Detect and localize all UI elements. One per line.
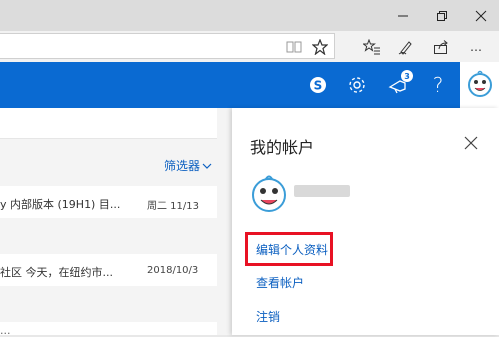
share-button[interactable] <box>427 31 455 62</box>
svg-text:S: S <box>314 79 323 93</box>
minimize-button[interactable] <box>385 0 421 31</box>
edit-profile-link[interactable]: 编辑个人资料 <box>256 241 328 258</box>
close-icon <box>464 136 478 150</box>
reading-view-button[interactable] <box>280 31 308 62</box>
filter-button[interactable]: 筛选器 <box>164 157 212 174</box>
skype-button[interactable]: S <box>300 62 336 108</box>
avatar-icon <box>252 175 286 212</box>
whats-new-button[interactable]: 3 <box>381 62 417 108</box>
notification-badge: 3 <box>401 70 413 82</box>
minimize-icon <box>398 15 408 16</box>
more-icon: … <box>470 39 482 54</box>
favorite-star-icon <box>312 38 328 55</box>
favorites-hub-icon <box>363 38 380 54</box>
favorite-button[interactable] <box>306 31 334 62</box>
message-snippet: 社区 今天，在纽约市... <box>0 266 113 279</box>
view-account-link[interactable]: 查看帐户 <box>256 274 304 291</box>
panel-title: 我的帐户 <box>250 138 315 157</box>
notes-button[interactable] <box>392 31 420 62</box>
panel-close-button[interactable] <box>463 135 479 151</box>
favorites-hub-button[interactable] <box>358 31 386 62</box>
pen-notes-icon <box>398 40 412 55</box>
share-icon <box>434 39 448 54</box>
reading-view-icon <box>286 41 302 52</box>
list-item[interactable]: y 内部版本 (19H1) 目... 周二 11/13 <box>0 186 217 218</box>
message-date: 2018/10/3 <box>147 265 199 276</box>
sign-out-link[interactable]: 注销 <box>256 308 280 325</box>
restore-icon <box>437 10 447 21</box>
close-window-button[interactable] <box>463 0 499 31</box>
account-avatar-button[interactable] <box>460 62 499 108</box>
profile-name-redacted <box>294 185 350 197</box>
list-item[interactable]: 社区 今天，在纽约市... 2018/10/3 <box>0 254 217 286</box>
list-group-gap <box>0 220 217 253</box>
help-button[interactable]: ? <box>420 62 456 108</box>
avatar-icon <box>467 70 492 97</box>
restore-button[interactable] <box>424 0 460 31</box>
message-date: 周二 11/13 <box>147 201 199 212</box>
header-divider <box>0 138 217 139</box>
close-icon <box>475 10 487 21</box>
profile-avatar <box>248 172 290 216</box>
filter-label: 筛选器 <box>164 159 201 173</box>
more-button[interactable]: … <box>462 31 490 62</box>
settings-gear-icon <box>349 77 365 93</box>
message-snippet: ... <box>0 324 11 337</box>
settings-button[interactable] <box>339 62 375 108</box>
list-item[interactable]: ... <box>0 322 217 337</box>
message-snippet: y 内部版本 (19H1) 目... <box>0 198 121 211</box>
help-icon: ? <box>432 73 444 97</box>
chevron-down-icon <box>202 163 212 169</box>
skype-icon: S <box>310 77 326 93</box>
message-list-header <box>0 108 217 138</box>
